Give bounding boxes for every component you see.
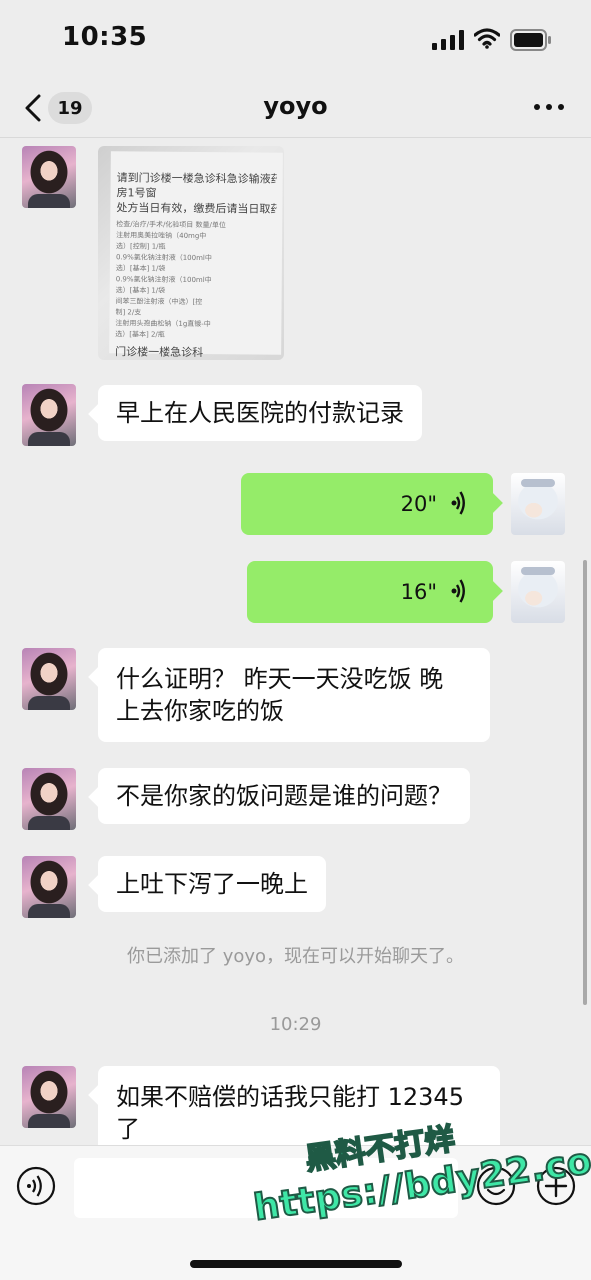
message-text-line: 如果不赔偿的话我只能打 12345	[116, 1083, 464, 1111]
message-text-line: 上去你家吃的饭	[116, 697, 284, 725]
chat-title: yoyo	[263, 92, 328, 120]
message-text-line: 什么证明？ 昨天一天没吃饭 晚	[116, 665, 444, 693]
scrollbar[interactable]	[583, 560, 587, 1005]
receipt-photo: 请到门诊楼一楼急诊科急诊输液药 请到门诊楼一楼急诊科急诊输液药 房1号窗 处方当…	[109, 151, 283, 359]
voice-duration: 20"	[400, 492, 437, 516]
message-input[interactable]	[74, 1158, 458, 1218]
receipt-line: 处方当日有效，缴费后请当日取药	[116, 201, 277, 216]
contact-avatar[interactable]	[22, 146, 76, 208]
input-bar	[0, 1145, 591, 1280]
wifi-icon	[474, 28, 500, 49]
message-bubble[interactable]: 不是你家的饭问题是谁的问题？	[98, 768, 470, 824]
status-time: 10:35	[62, 22, 148, 52]
receipt-line: 选）[基本] 2/瓶	[115, 330, 165, 339]
contact-avatar[interactable]	[22, 384, 76, 446]
receipt-line: 请到门诊楼一楼急诊科急诊输液药	[116, 171, 277, 186]
self-avatar[interactable]	[511, 561, 565, 623]
message-text: 上吐下泻了一晚上	[116, 870, 308, 898]
message-bubble[interactable]: 上吐下泻了一晚上	[98, 856, 326, 912]
contact-avatar[interactable]	[22, 1066, 76, 1128]
message-bubble[interactable]: 早上在人民医院的付款记录	[98, 385, 422, 441]
message-text-line: 了	[116, 1115, 140, 1143]
plus-icon[interactable]	[536, 1166, 576, 1206]
emoji-icon[interactable]	[476, 1166, 516, 1206]
voice-duration: 16"	[400, 580, 437, 604]
battery-icon	[510, 29, 551, 51]
receipt-line: 房1号窗	[116, 186, 157, 200]
system-notice: 你已添加了 yoyo，现在可以开始聊天了。	[126, 946, 465, 967]
voice-wave-icon	[451, 579, 465, 603]
message-text: 不是你家的饭问题是谁的问题？	[116, 782, 452, 810]
signal-icon	[432, 30, 464, 50]
voice-wave-icon	[451, 491, 465, 515]
contact-avatar[interactable]	[22, 768, 76, 830]
image-message[interactable]: 请到门诊楼一楼急诊科急诊输液药 请到门诊楼一楼急诊科急诊输液药 房1号窗 处方当…	[98, 146, 284, 360]
voice-input-toggle-icon[interactable]	[16, 1166, 56, 1206]
voice-message-bubble[interactable]: 16"	[247, 561, 493, 623]
self-avatar[interactable]	[511, 473, 565, 535]
more-options-icon[interactable]	[532, 92, 566, 122]
message-timestamp: 10:29	[269, 1014, 322, 1035]
message-bubble[interactable]: 什么证明？ 昨天一天没吃饭 晚 上去你家吃的饭	[98, 648, 490, 742]
voice-message-bubble[interactable]: 20"	[241, 473, 493, 535]
home-indicator	[190, 1260, 402, 1268]
message-text: 早上在人民医院的付款记录	[116, 399, 404, 427]
contact-avatar[interactable]	[22, 648, 76, 710]
nav-bar: 19 yoyo	[0, 78, 591, 138]
contact-avatar[interactable]	[22, 856, 76, 918]
status-bar: 10:35	[0, 0, 591, 78]
receipt-line: 门诊楼一楼急诊科	[115, 345, 204, 360]
